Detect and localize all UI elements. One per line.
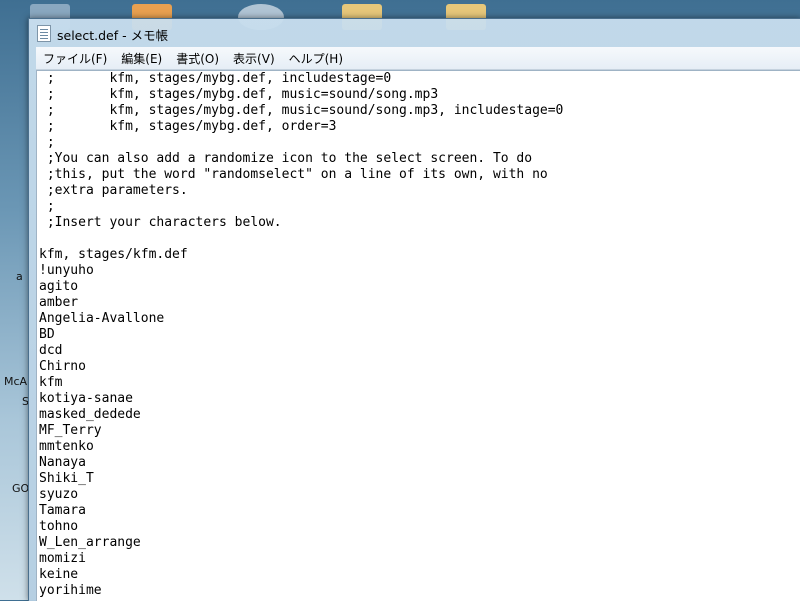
text-line: !unyuho <box>39 263 94 278</box>
text-line: ; <box>39 199 55 214</box>
text-editor[interactable]: ; kfm, stages/mybg.def, includestage=0 ;… <box>36 70 800 601</box>
desktop-label: GO <box>12 482 30 495</box>
text-line: MF_Terry <box>39 423 102 438</box>
text-line <box>39 231 563 247</box>
menu-help[interactable]: ヘルプ(H) <box>282 50 350 67</box>
text-line: ; kfm, stages/mybg.def, includestage=0 <box>39 71 392 86</box>
text-line: mmtenko <box>39 439 94 454</box>
text-line: BD <box>39 327 55 342</box>
desktop-label: McA <box>4 375 28 388</box>
text-line: Tamara <box>39 503 86 518</box>
text-line: syuzo <box>39 487 79 502</box>
text-line: ; <box>39 135 55 150</box>
menu-file[interactable]: ファイル(F) <box>36 50 114 67</box>
text-line: Nanaya <box>39 455 86 470</box>
text-line: ;You can also add a randomize icon to th… <box>39 151 533 166</box>
text-line: ; kfm, stages/mybg.def, order=3 <box>39 119 337 134</box>
text-line: ;this, put the word "randomselect" on a … <box>39 167 548 182</box>
text-line: Shiki_T <box>39 471 94 486</box>
text-line: kfm <box>39 375 63 390</box>
text-line: kotiya-sanae <box>39 391 133 406</box>
text-line: keine <box>39 567 79 582</box>
menu-bar: ファイル(F) 編集(E) 書式(O) 表示(V) ヘルプ(H) <box>36 47 800 70</box>
text-line: momizi <box>39 551 86 566</box>
text-line: ; kfm, stages/mybg.def, music=sound/song… <box>39 87 439 102</box>
text-line: tohno <box>39 519 79 534</box>
menu-format[interactable]: 書式(O) <box>169 50 226 67</box>
text-line: ;extra parameters. <box>39 183 188 198</box>
text-line: agito <box>39 279 79 294</box>
menu-edit[interactable]: 編集(E) <box>114 50 169 67</box>
notepad-icon[interactable] <box>37 25 51 42</box>
menu-view[interactable]: 表示(V) <box>226 50 282 67</box>
text-line: ;Insert your characters below. <box>39 215 282 230</box>
window-title: select.def - メモ帳 <box>57 28 169 43</box>
text-line: masked_dedede <box>39 407 141 422</box>
text-line: W_Len_arrange <box>39 535 141 550</box>
text-line: Chirno <box>39 359 86 374</box>
text-line: ; kfm, stages/mybg.def, music=sound/song… <box>39 103 564 118</box>
text-line: dcd <box>39 343 63 358</box>
editor-content[interactable]: ; kfm, stages/mybg.def, includestage=0 ;… <box>39 71 563 599</box>
text-line: Angelia-Avallone <box>39 311 165 326</box>
desktop-label: a <box>16 270 23 283</box>
text-line: kfm, stages/kfm.def <box>39 247 188 262</box>
text-line: amber <box>39 295 79 310</box>
notepad-window[interactable]: select.def - メモ帳 ファイル(F) 編集(E) 書式(O) 表示(… <box>28 18 800 601</box>
title-bar[interactable]: select.def - メモ帳 <box>29 19 800 47</box>
text-line: yorihime <box>39 583 102 598</box>
